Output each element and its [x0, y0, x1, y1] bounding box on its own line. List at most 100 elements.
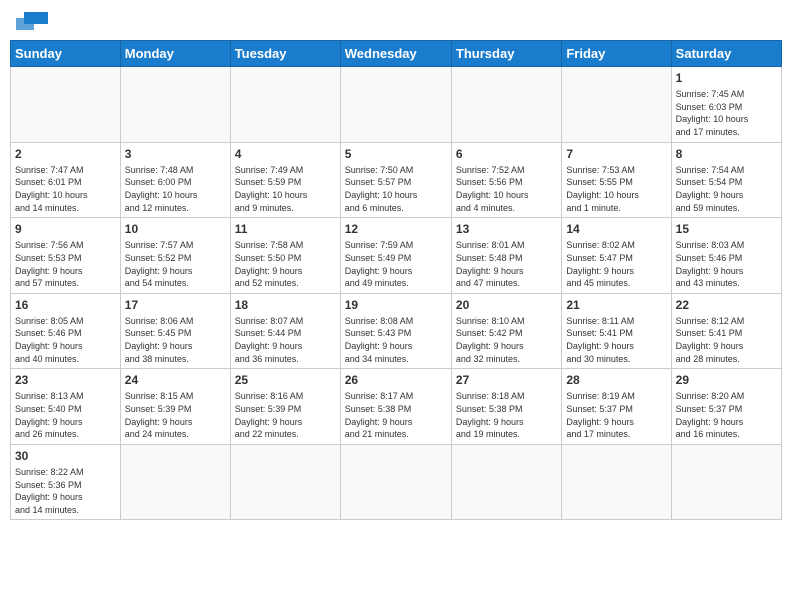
day-number: 23	[15, 372, 116, 388]
calendar-cell	[340, 67, 451, 143]
calendar-cell	[671, 444, 781, 520]
day-number: 17	[125, 297, 226, 313]
calendar-cell: 25Sunrise: 8:16 AM Sunset: 5:39 PM Dayli…	[230, 369, 340, 445]
day-number: 24	[125, 372, 226, 388]
day-info: Sunrise: 8:03 AM Sunset: 5:46 PM Dayligh…	[676, 239, 777, 289]
calendar-cell	[230, 67, 340, 143]
week-row-4: 23 Sunrise: 8:13 AM Sunset: 5:40 PM Dayli…	[11, 369, 782, 445]
day-number: 5	[345, 146, 447, 162]
day-number: 4	[235, 146, 336, 162]
day-info: Sunrise: 7:45 AM Sunset: 6:03 PM Dayligh…	[676, 88, 777, 138]
day-info: Sunrise: 7:53 AM Sunset: 5:55 PM Dayligh…	[566, 164, 666, 214]
calendar-cell: 10Sunrise: 7:57 AM Sunset: 5:52 PM Dayli…	[120, 218, 230, 294]
day-info: Sunrise: 8:22 AM Sunset: 5:36 PM Dayligh…	[15, 466, 116, 516]
calendar-cell: 23 Sunrise: 8:13 AM Sunset: 5:40 PM Dayli…	[11, 369, 121, 445]
weekday-header-saturday: Saturday	[671, 41, 781, 67]
day-number: 9	[15, 221, 116, 237]
day-info: Sunrise: 8:10 AM Sunset: 5:42 PM Dayligh…	[456, 315, 557, 365]
day-info: Sunrise: 7:47 AM Sunset: 6:01 PM Dayligh…	[15, 164, 116, 214]
week-row-2: 9 Sunrise: 7:56 AM Sunset: 5:53 PM Daylig…	[11, 218, 782, 294]
day-info: Sunrise: 7:54 AM Sunset: 5:54 PM Dayligh…	[676, 164, 777, 214]
day-info: Sunrise: 8:20 AM Sunset: 5:37 PM Dayligh…	[676, 390, 777, 440]
day-info: Sunrise: 8:07 AM Sunset: 5:44 PM Dayligh…	[235, 315, 336, 365]
day-number: 7	[566, 146, 666, 162]
day-info: Sunrise: 8:13 AM Sunset: 5:40 PM Dayligh…	[15, 390, 116, 440]
calendar-cell: 30 Sunrise: 8:22 AM Sunset: 5:36 PM Dayli…	[11, 444, 121, 520]
day-number: 25	[235, 372, 336, 388]
page-header	[10, 10, 782, 32]
calendar-cell: 5 Sunrise: 7:50 AM Sunset: 5:57 PM Daylig…	[340, 142, 451, 218]
calendar-cell: 21 Sunrise: 8:11 AM Sunset: 5:41 PM Dayli…	[562, 293, 671, 369]
calendar-cell: 14Sunrise: 8:02 AM Sunset: 5:47 PM Dayli…	[562, 218, 671, 294]
day-number: 3	[125, 146, 226, 162]
day-number: 22	[676, 297, 777, 313]
calendar-cell: 8Sunrise: 7:54 AM Sunset: 5:54 PM Daylig…	[671, 142, 781, 218]
day-number: 30	[15, 448, 116, 464]
calendar-cell: 20 Sunrise: 8:10 AM Sunset: 5:42 PM Dayli…	[451, 293, 561, 369]
calendar-cell	[562, 444, 671, 520]
day-info: Sunrise: 8:18 AM Sunset: 5:38 PM Dayligh…	[456, 390, 557, 440]
day-number: 29	[676, 372, 777, 388]
week-row-0: 1 Sunrise: 7:45 AM Sunset: 6:03 PM Daylig…	[11, 67, 782, 143]
calendar-cell: 18Sunrise: 8:07 AM Sunset: 5:44 PM Dayli…	[230, 293, 340, 369]
calendar-cell: 22 Sunrise: 8:12 AM Sunset: 5:41 PM Dayli…	[671, 293, 781, 369]
weekday-header-wednesday: Wednesday	[340, 41, 451, 67]
day-info: Sunrise: 7:50 AM Sunset: 5:57 PM Dayligh…	[345, 164, 447, 214]
day-info: Sunrise: 8:17 AM Sunset: 5:38 PM Dayligh…	[345, 390, 447, 440]
calendar-cell: 15 Sunrise: 8:03 AM Sunset: 5:46 PM Dayli…	[671, 218, 781, 294]
calendar-cell	[230, 444, 340, 520]
day-info: Sunrise: 8:06 AM Sunset: 5:45 PM Dayligh…	[125, 315, 226, 365]
day-info: Sunrise: 8:02 AM Sunset: 5:47 PM Dayligh…	[566, 239, 666, 289]
weekday-header-row: SundayMondayTuesdayWednesdayThursdayFrid…	[11, 41, 782, 67]
calendar-cell	[451, 67, 561, 143]
day-number: 21	[566, 297, 666, 313]
calendar-cell: 13 Sunrise: 8:01 AM Sunset: 5:48 PM Dayli…	[451, 218, 561, 294]
calendar-cell: 24 Sunrise: 8:15 AM Sunset: 5:39 PM Dayli…	[120, 369, 230, 445]
week-row-5: 30 Sunrise: 8:22 AM Sunset: 5:36 PM Dayli…	[11, 444, 782, 520]
calendar-cell: 26 Sunrise: 8:17 AM Sunset: 5:38 PM Dayli…	[340, 369, 451, 445]
day-info: Sunrise: 8:05 AM Sunset: 5:46 PM Dayligh…	[15, 315, 116, 365]
day-number: 16	[15, 297, 116, 313]
calendar-table: SundayMondayTuesdayWednesdayThursdayFrid…	[10, 40, 782, 520]
calendar-cell: 28 Sunrise: 8:19 AM Sunset: 5:37 PM Dayli…	[562, 369, 671, 445]
day-info: Sunrise: 7:58 AM Sunset: 5:50 PM Dayligh…	[235, 239, 336, 289]
day-info: Sunrise: 8:19 AM Sunset: 5:37 PM Dayligh…	[566, 390, 666, 440]
week-row-1: 2 Sunrise: 7:47 AM Sunset: 6:01 PM Daylig…	[11, 142, 782, 218]
calendar-cell	[11, 67, 121, 143]
day-number: 12	[345, 221, 447, 237]
day-number: 2	[15, 146, 116, 162]
week-row-3: 16 Sunrise: 8:05 AM Sunset: 5:46 PM Dayli…	[11, 293, 782, 369]
day-info: Sunrise: 7:48 AM Sunset: 6:00 PM Dayligh…	[125, 164, 226, 214]
day-info: Sunrise: 8:12 AM Sunset: 5:41 PM Dayligh…	[676, 315, 777, 365]
calendar-cell: 19Sunrise: 8:08 AM Sunset: 5:43 PM Dayli…	[340, 293, 451, 369]
calendar-cell: 29 Sunrise: 8:20 AM Sunset: 5:37 PM Dayli…	[671, 369, 781, 445]
day-info: Sunrise: 8:15 AM Sunset: 5:39 PM Dayligh…	[125, 390, 226, 440]
logo	[14, 10, 48, 32]
calendar-cell: 17 Sunrise: 8:06 AM Sunset: 5:45 PM Dayli…	[120, 293, 230, 369]
calendar-cell: 2 Sunrise: 7:47 AM Sunset: 6:01 PM Daylig…	[11, 142, 121, 218]
day-info: Sunrise: 8:01 AM Sunset: 5:48 PM Dayligh…	[456, 239, 557, 289]
calendar-cell	[340, 444, 451, 520]
day-number: 15	[676, 221, 777, 237]
calendar-cell	[451, 444, 561, 520]
day-info: Sunrise: 7:59 AM Sunset: 5:49 PM Dayligh…	[345, 239, 447, 289]
weekday-header-friday: Friday	[562, 41, 671, 67]
day-number: 13	[456, 221, 557, 237]
calendar-cell: 7 Sunrise: 7:53 AM Sunset: 5:55 PM Daylig…	[562, 142, 671, 218]
day-info: Sunrise: 7:57 AM Sunset: 5:52 PM Dayligh…	[125, 239, 226, 289]
day-number: 20	[456, 297, 557, 313]
calendar-cell: 16 Sunrise: 8:05 AM Sunset: 5:46 PM Dayli…	[11, 293, 121, 369]
day-info: Sunrise: 7:49 AM Sunset: 5:59 PM Dayligh…	[235, 164, 336, 214]
weekday-header-sunday: Sunday	[11, 41, 121, 67]
day-number: 28	[566, 372, 666, 388]
calendar-cell: 1 Sunrise: 7:45 AM Sunset: 6:03 PM Daylig…	[671, 67, 781, 143]
day-number: 27	[456, 372, 557, 388]
calendar-cell: 9 Sunrise: 7:56 AM Sunset: 5:53 PM Daylig…	[11, 218, 121, 294]
calendar-cell: 27 Sunrise: 8:18 AM Sunset: 5:38 PM Dayli…	[451, 369, 561, 445]
day-number: 1	[676, 70, 777, 86]
day-number: 11	[235, 221, 336, 237]
day-info: Sunrise: 8:11 AM Sunset: 5:41 PM Dayligh…	[566, 315, 666, 365]
day-info: Sunrise: 7:56 AM Sunset: 5:53 PM Dayligh…	[15, 239, 116, 289]
calendar-cell: 12 Sunrise: 7:59 AM Sunset: 5:49 PM Dayli…	[340, 218, 451, 294]
day-number: 26	[345, 372, 447, 388]
